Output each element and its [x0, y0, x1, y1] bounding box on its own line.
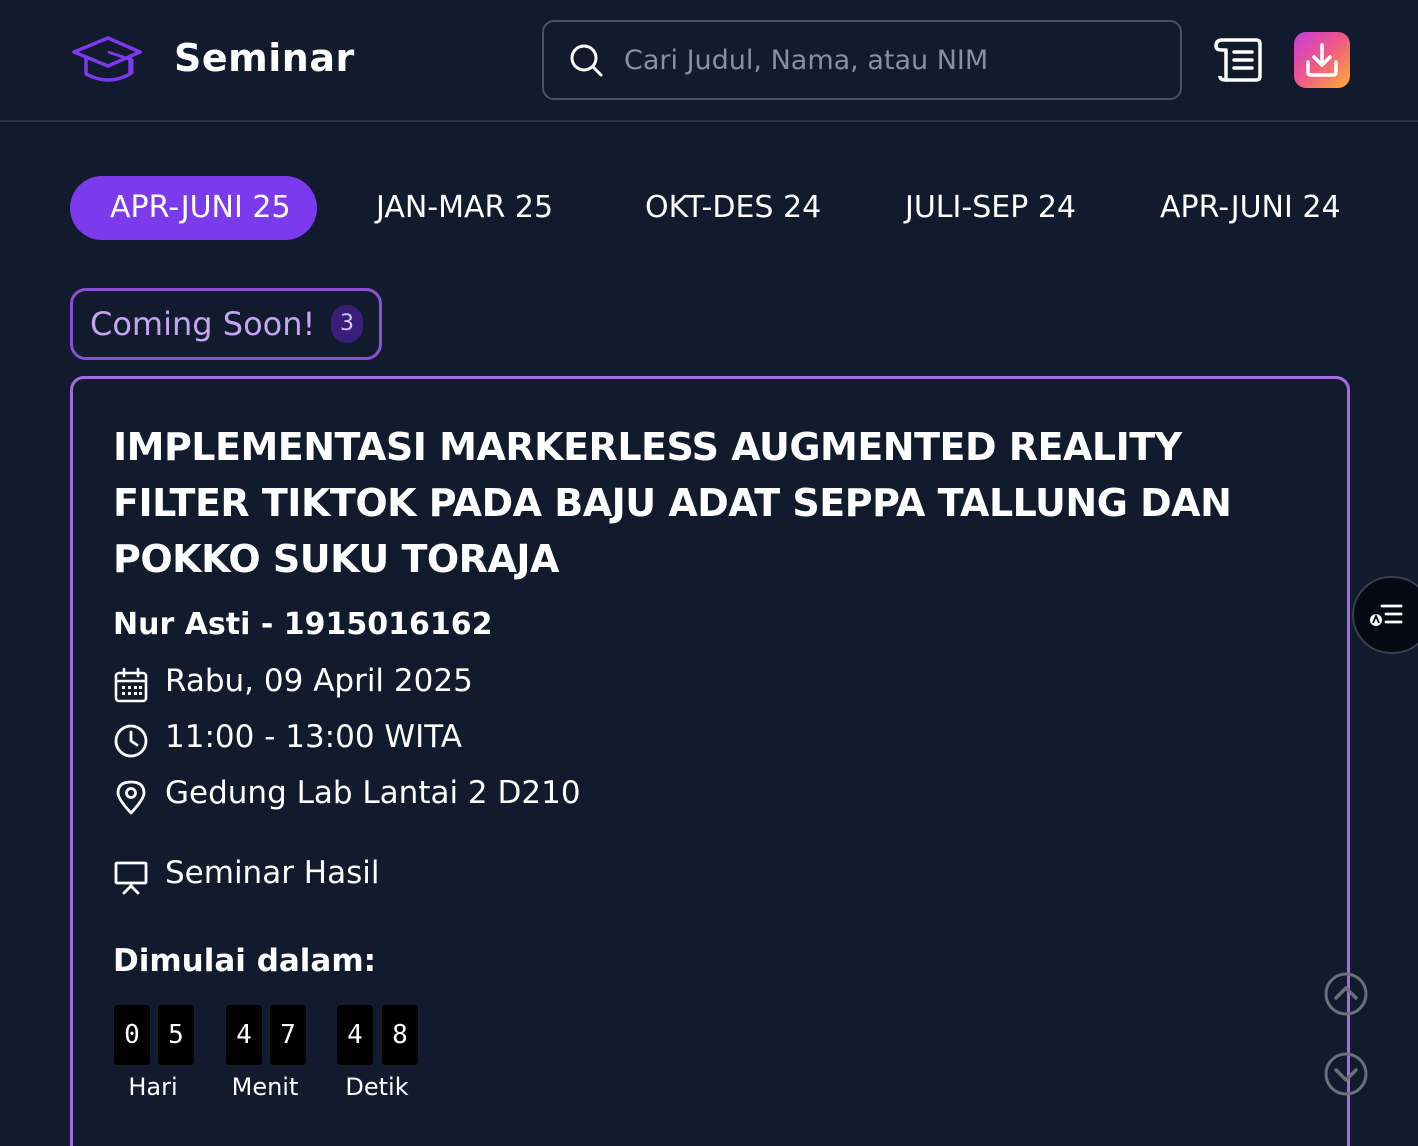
scroll-icon[interactable] [1212, 36, 1264, 84]
tab-apr-juni-24[interactable]: APR-JUNI 24 [1160, 176, 1341, 240]
search-icon [570, 44, 603, 77]
seminar-card[interactable]: IMPLEMENTASI MARKERLESS AUGMENTED REALIT… [70, 376, 1350, 1146]
coming-soon-label: Coming Soon! [90, 305, 316, 343]
tab-jan-mar-25[interactable]: JAN-MAR 25 [376, 176, 553, 240]
download-button[interactable] [1294, 32, 1350, 88]
location-pin-icon [116, 780, 146, 815]
presentation-board-icon [114, 861, 148, 895]
scroll-up-icon[interactable] [1322, 970, 1370, 1018]
graduation-cap-icon[interactable] [70, 34, 142, 86]
countdown-seconds-digit: 8 [382, 1005, 418, 1065]
presenter-name-nim: Nur Asti - 1915016162 [113, 607, 493, 642]
tab-apr-juni-25[interactable]: APR-JUNI 25 [70, 176, 317, 240]
page: Seminar APR-JUNI 25 JAN-MAR 25 [0, 0, 1418, 1146]
seminar-location: Gedung Lab Lantai 2 D210 [165, 775, 581, 811]
countdown-days-label: Hari [128, 1073, 178, 1101]
brand-title[interactable]: Seminar [174, 36, 355, 80]
countdown-seconds-label: Detik [345, 1073, 409, 1101]
scroll-down-icon[interactable] [1322, 1050, 1370, 1098]
search-box[interactable] [542, 20, 1182, 100]
countdown-minutes-digit: 4 [226, 1005, 262, 1065]
countdown-days-digit: 5 [158, 1005, 194, 1065]
seminar-time: 11:00 - 13:00 WITA [165, 719, 462, 755]
countdown-minutes-digit: 7 [270, 1005, 306, 1065]
table-of-contents-button[interactable] [1352, 576, 1418, 654]
countdown-days-digit: 0 [114, 1005, 150, 1065]
search-input[interactable] [624, 38, 1164, 82]
clock-icon [114, 724, 148, 758]
period-tabs: APR-JUNI 25 JAN-MAR 25 OKT-DES 24 JULI-S… [70, 176, 1360, 240]
seminar-date: Rabu, 09 April 2025 [165, 663, 473, 699]
tab-okt-des-24[interactable]: OKT-DES 24 [645, 176, 821, 240]
countdown-seconds-digit: 4 [337, 1005, 373, 1065]
list-icon [1370, 604, 1403, 626]
coming-soon-button[interactable]: Coming Soon! 3 [70, 288, 382, 360]
coming-soon-count-badge: 3 [331, 305, 363, 343]
seminar-type: Seminar Hasil [165, 855, 380, 891]
countdown-label: Dimulai dalam: [113, 943, 377, 979]
calendar-icon [114, 667, 148, 703]
download-icon [1306, 43, 1338, 77]
header: Seminar [0, 0, 1418, 122]
tab-juli-sep-24[interactable]: JULI-SEP 24 [905, 176, 1076, 240]
seminar-title: IMPLEMENTASI MARKERLESS AUGMENTED REALIT… [113, 425, 1232, 581]
countdown-minutes-label: Menit [231, 1073, 299, 1101]
